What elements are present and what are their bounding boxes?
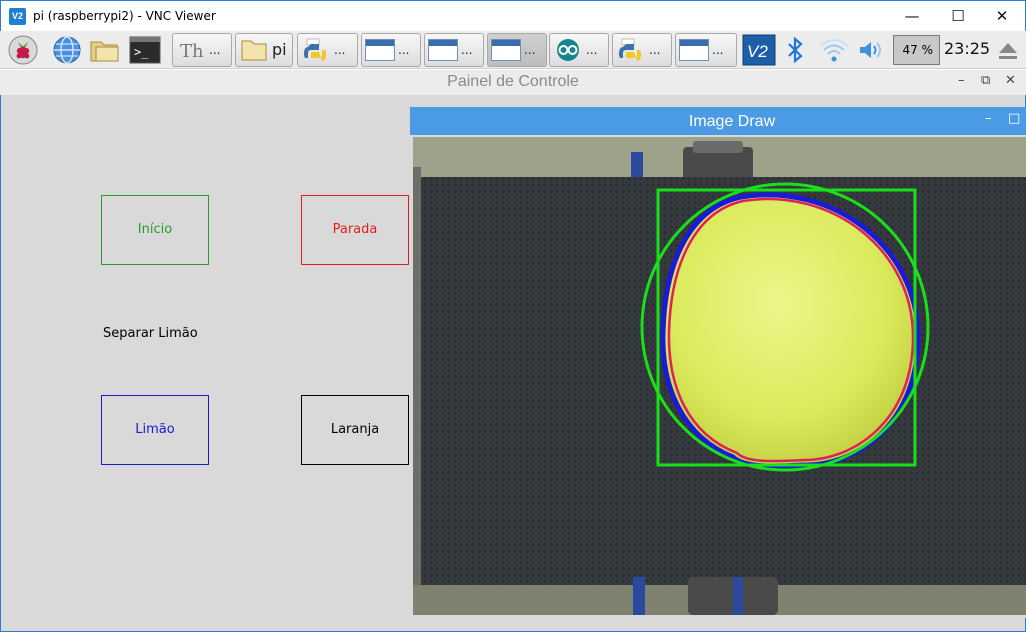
wifi-icon[interactable] <box>818 34 850 66</box>
python-icon <box>619 38 641 61</box>
task-window-4[interactable]: ... <box>675 33 737 67</box>
maximize-button[interactable]: ☐ <box>935 1 981 31</box>
taskbar: >_ Th ... pi ... ... ... ... ... ... ...… <box>0 31 1026 69</box>
task-label: ... <box>398 43 410 57</box>
task-label: ... <box>461 43 473 57</box>
thonny-icon: Th <box>180 41 204 62</box>
task-window-2[interactable]: ... <box>424 33 484 67</box>
volume-icon[interactable] <box>856 34 886 66</box>
image-draw-title: Image Draw <box>688 113 776 130</box>
parada-button[interactable]: Parada <box>301 195 409 265</box>
task-python-1[interactable]: ... <box>297 33 358 67</box>
task-thonny[interactable]: Th ... <box>172 33 232 67</box>
svg-text:>_: >_ <box>134 45 149 59</box>
image-draw-title-bar[interactable]: Image Draw – □ <box>410 107 1026 135</box>
raspberry-menu-icon[interactable] <box>6 34 40 66</box>
window-icon <box>491 39 521 61</box>
mode-label: Separar Limão <box>103 326 198 341</box>
vnc-viewer-screen: V2 pi (raspberrypi2) - VNC Viewer — ☐ ✕ <box>0 0 1026 632</box>
task-label: ... <box>209 43 221 57</box>
eject-icon[interactable] <box>995 34 1021 66</box>
vnc-title-bar[interactable]: V2 pi (raspberrypi2) - VNC Viewer — ☐ ✕ <box>0 0 1026 31</box>
task-label: ... <box>712 43 724 57</box>
terminal-icon[interactable]: >_ <box>128 34 162 66</box>
task-window-3[interactable]: ... <box>487 33 547 67</box>
task-label: ... <box>524 43 536 57</box>
panel-title: Painel de Controle <box>447 73 579 90</box>
limao-button[interactable]: Limão <box>101 395 209 465</box>
folder-icon <box>241 40 267 61</box>
panel-minimize-button[interactable]: – <box>958 73 965 88</box>
window-icon <box>365 39 395 61</box>
laranja-button[interactable]: Laranja <box>301 395 409 465</box>
panel-title-bar[interactable]: Painel de Controle – ⧉ ✕ <box>0 70 1026 95</box>
window-title: pi (raspberrypi2) - VNC Viewer <box>33 9 216 23</box>
task-python-2[interactable]: ... <box>612 33 672 67</box>
python-icon <box>304 38 326 61</box>
panel-close-button[interactable]: ✕ <box>1005 73 1016 88</box>
inicio-button[interactable]: Início <box>101 195 209 265</box>
file-manager-icon[interactable] <box>88 34 122 66</box>
task-window-1[interactable]: ... <box>361 33 421 67</box>
task-arduino[interactable]: ... <box>549 33 609 67</box>
task-folder-pi[interactable]: pi <box>235 33 293 67</box>
image-maximize-button[interactable]: □ <box>1008 111 1020 126</box>
svg-text:V2: V2 <box>747 42 768 61</box>
web-browser-icon[interactable] <box>50 34 84 66</box>
task-label: ... <box>649 43 661 57</box>
vnc-icon: V2 <box>9 8 26 25</box>
bluetooth-icon[interactable] <box>784 34 806 66</box>
panel-maximize-button[interactable]: ⧉ <box>981 73 990 88</box>
task-label: pi <box>272 40 287 59</box>
close-button[interactable]: ✕ <box>979 1 1025 31</box>
clock[interactable]: 23:25 <box>944 39 990 58</box>
window-icon <box>428 39 458 61</box>
image-minimize-button[interactable]: – <box>985 111 992 126</box>
svg-text:Th: Th <box>180 41 204 62</box>
window-icon <box>679 39 709 61</box>
task-label: ... <box>586 43 598 57</box>
camera-frame <box>413 137 1026 615</box>
image-draw-window: Image Draw – □ <box>410 107 1026 618</box>
vnc-tray-icon[interactable]: V2 <box>742 34 776 66</box>
cpu-usage-monitor[interactable]: 47 % <box>893 35 940 65</box>
task-label: ... <box>334 43 346 57</box>
arduino-icon <box>557 39 579 61</box>
minimize-button[interactable]: — <box>889 1 935 31</box>
